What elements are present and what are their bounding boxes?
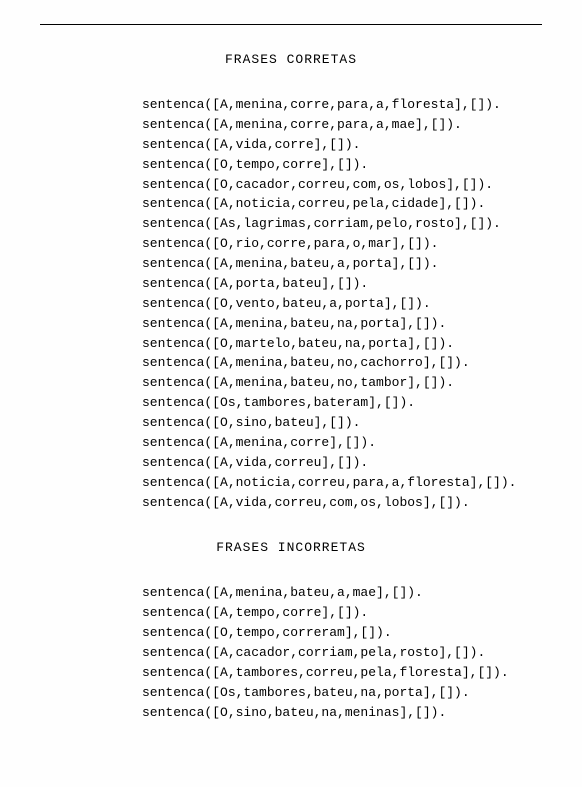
code-line: sentenca([O,cacador,correu,com,os,lobos]… (142, 175, 542, 195)
code-line: sentenca([A,tempo,corre],[]). (142, 603, 542, 623)
code-line: sentenca([A,vida,corre],[]). (142, 135, 542, 155)
code-line: sentenca([O,sino,bateu,na,meninas],[]). (142, 703, 542, 723)
code-line: sentenca([A,tambores,correu,pela,florest… (142, 663, 542, 683)
code-line: sentenca([O,sino,bateu],[]). (142, 413, 542, 433)
section-title-corretas: FRASES CORRETAS (40, 52, 542, 67)
code-line: sentenca([A,noticia,correu,pela,cidade],… (142, 194, 542, 214)
code-line: sentenca([A,menina,corre,para,a,floresta… (142, 95, 542, 115)
code-line: sentenca([A,menina,corre],[]). (142, 433, 542, 453)
code-line: sentenca([Os,tambores,bateu,na,porta],[]… (142, 683, 542, 703)
code-line: sentenca([A,menina,bateu,a,mae],[]). (142, 583, 542, 603)
code-line: sentenca([As,lagrimas,corriam,pelo,rosto… (142, 214, 542, 234)
code-line: sentenca([Os,tambores,bateram],[]). (142, 393, 542, 413)
code-line: sentenca([A,menina,bateu,no,cachorro],[]… (142, 353, 542, 373)
code-line: sentenca([A,menina,corre,para,a,mae],[])… (142, 115, 542, 135)
code-line: sentenca([O,tempo,correram],[]). (142, 623, 542, 643)
document-content: FRASES CORRETAS sentenca([A,menina,corre… (0, 0, 582, 723)
code-line: sentenca([A,vida,correu],[]). (142, 453, 542, 473)
code-line: sentenca([A,menina,bateu,na,porta],[]). (142, 314, 542, 334)
section-title-incorretas: FRASES INCORRETAS (40, 540, 542, 555)
code-line: sentenca([O,vento,bateu,a,porta],[]). (142, 294, 542, 314)
code-line: sentenca([A,noticia,correu,para,a,flores… (142, 473, 542, 493)
code-line: sentenca([A,porta,bateu],[]). (142, 274, 542, 294)
top-border (40, 24, 542, 25)
code-line: sentenca([A,menina,bateu,a,porta],[]). (142, 254, 542, 274)
code-block-corretas: sentenca([A,menina,corre,para,a,floresta… (40, 95, 542, 512)
code-line: sentenca([O,tempo,corre],[]). (142, 155, 542, 175)
code-block-incorretas: sentenca([A,menina,bateu,a,mae],[]).sent… (40, 583, 542, 722)
code-line: sentenca([O,rio,corre,para,o,mar],[]). (142, 234, 542, 254)
code-line: sentenca([A,menina,bateu,no,tambor],[]). (142, 373, 542, 393)
code-line: sentenca([A,vida,correu,com,os,lobos],[]… (142, 493, 542, 513)
code-line: sentenca([O,martelo,bateu,na,porta],[]). (142, 334, 542, 354)
code-line: sentenca([A,cacador,corriam,pela,rosto],… (142, 643, 542, 663)
